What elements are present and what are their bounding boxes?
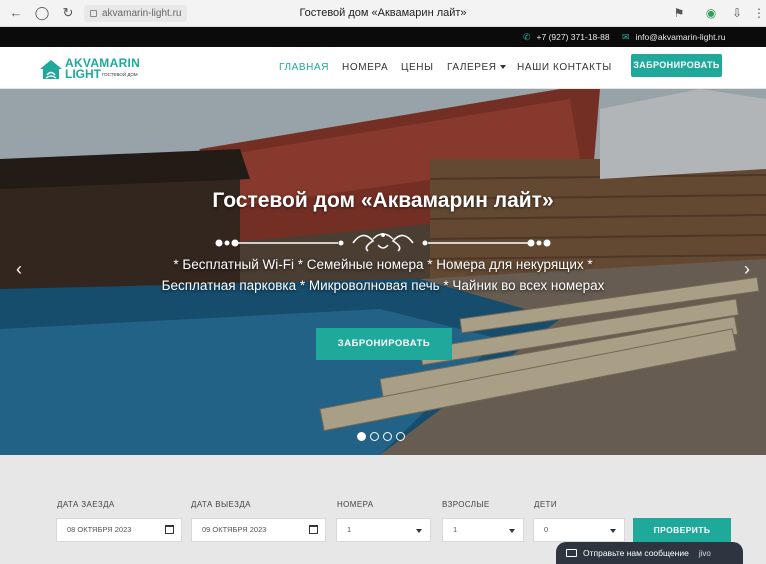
slide-dot-2[interactable] bbox=[370, 432, 379, 441]
chat-widget[interactable]: Отправьте нам сообщение jivo bbox=[556, 542, 743, 564]
nav-item-gallery-label: ГАЛЕРЕЯ bbox=[447, 62, 497, 73]
site-logo[interactable]: AKVAMARIN LIGHT ГОСТЕВОЙ ДОМ bbox=[38, 55, 140, 81]
chat-label: Отправьте нам сообщение bbox=[583, 548, 689, 558]
checkin-date-field[interactable]: 08 ОКТЯБРЯ 2023 bbox=[56, 518, 182, 542]
nav-item-rooms[interactable]: НОМЕРА bbox=[342, 62, 388, 73]
hero-title: Гостевой дом «Аквамарин лайт» bbox=[212, 189, 554, 212]
bookmark-icon[interactable]: ⚑ bbox=[672, 5, 686, 21]
check-availability-button[interactable]: ПРОВЕРИТЬ bbox=[633, 518, 731, 542]
lock-icon bbox=[90, 10, 97, 17]
nav-item-home[interactable]: ГЛАВНАЯ bbox=[279, 62, 329, 73]
book-button-hero[interactable]: ЗАБРОНИРОВАТЬ bbox=[316, 328, 452, 360]
house-logo-icon bbox=[40, 60, 62, 79]
chevron-down-icon bbox=[499, 65, 506, 69]
envelope-icon: ✉ bbox=[622, 31, 630, 42]
phone-contact[interactable]: ✆ +7 (927) 371-18-88 bbox=[523, 27, 610, 47]
hero-slider: ‹ › Гостевой дом «Аквамарин лайт» * Бесп… bbox=[0, 89, 766, 455]
email-contact[interactable]: ✉ info@akvamarin-light.ru bbox=[622, 27, 725, 47]
nav-item-gallery[interactable]: ГАЛЕРЕЯ bbox=[447, 62, 506, 73]
stop-icon[interactable]: ◯ bbox=[34, 5, 50, 21]
hero-description: * Бесплатный Wi-Fi * Семейные номера * Н… bbox=[161, 257, 605, 293]
address-text: akvamarin-light.ru bbox=[102, 8, 182, 19]
nav-item-prices[interactable]: ЦЕНЫ bbox=[401, 62, 434, 73]
children-select[interactable]: 0 bbox=[533, 518, 625, 542]
calendar-icon bbox=[165, 525, 174, 534]
site-header: AKVAMARIN LIGHT ГОСТЕВОЙ ДОМ ГЛАВНАЯ НОМ… bbox=[0, 47, 766, 89]
phone-icon: ✆ bbox=[523, 31, 531, 42]
slide-dot-4[interactable] bbox=[396, 432, 405, 441]
contact-bar: ✆ +7 (927) 371-18-88 ✉ info@akvamarin-li… bbox=[0, 27, 766, 47]
adults-select[interactable]: 1 bbox=[442, 518, 524, 542]
calendar-icon bbox=[309, 525, 318, 534]
address-bar[interactable]: akvamarin-light.ru bbox=[84, 5, 188, 22]
children-label: ДЕТИ bbox=[534, 500, 557, 509]
envelope-icon bbox=[566, 549, 577, 557]
checkin-label: ДАТА ЗАЕЗДА bbox=[57, 500, 115, 509]
ornament-divider-icon bbox=[215, 233, 551, 252]
checkout-label: ДАТА ВЫЕЗДА bbox=[191, 500, 251, 509]
browser-toolbar: ← ◯ ↻ akvamarin-light.ru Гостевой дом «А… bbox=[0, 0, 766, 27]
chat-brand: jivo bbox=[698, 548, 711, 558]
extension-icon[interactable]: ◉ bbox=[704, 5, 718, 21]
rooms-select[interactable]: 1 bbox=[336, 518, 431, 542]
rooms-value: 1 bbox=[347, 525, 352, 534]
logo-tagline: ГОСТЕВОЙ ДОМ bbox=[102, 72, 138, 77]
slide-dot-1[interactable] bbox=[357, 432, 366, 441]
rooms-label: НОМЕРА bbox=[337, 500, 374, 509]
phone-text: +7 (927) 371-18-88 bbox=[536, 32, 610, 42]
adults-label: ВЗРОСЛЫЕ bbox=[442, 500, 490, 509]
adults-value: 1 bbox=[453, 525, 458, 534]
chevron-down-icon bbox=[509, 529, 515, 533]
reload-icon[interactable]: ↻ bbox=[60, 5, 76, 21]
back-icon[interactable]: ← bbox=[8, 5, 24, 21]
chevron-down-icon bbox=[416, 529, 422, 533]
children-value: 0 bbox=[544, 525, 549, 534]
prev-slide-arrow-icon[interactable]: ‹ bbox=[12, 259, 26, 279]
slide-dot-3[interactable] bbox=[383, 432, 392, 441]
checkout-date-field[interactable]: 09 ОКТЯБРЯ 2023 bbox=[191, 518, 326, 542]
book-button-header[interactable]: ЗАБРОНИРОВАТЬ bbox=[631, 54, 722, 77]
logo-line2: LIGHT bbox=[65, 67, 101, 81]
nav-item-contacts[interactable]: НАШИ КОНТАКТЫ bbox=[517, 62, 612, 73]
slider-dots bbox=[357, 432, 405, 441]
menu-icon[interactable]: ⋮ bbox=[752, 5, 766, 21]
next-slide-arrow-icon[interactable]: › bbox=[740, 259, 754, 279]
chevron-down-icon bbox=[610, 529, 616, 533]
download-icon[interactable]: ⇩ bbox=[730, 5, 744, 21]
checkin-date-value: 08 ОКТЯБРЯ 2023 bbox=[67, 525, 132, 534]
checkout-date-value: 09 ОКТЯБРЯ 2023 bbox=[202, 525, 267, 534]
email-text: info@akvamarin-light.ru bbox=[635, 32, 726, 42]
